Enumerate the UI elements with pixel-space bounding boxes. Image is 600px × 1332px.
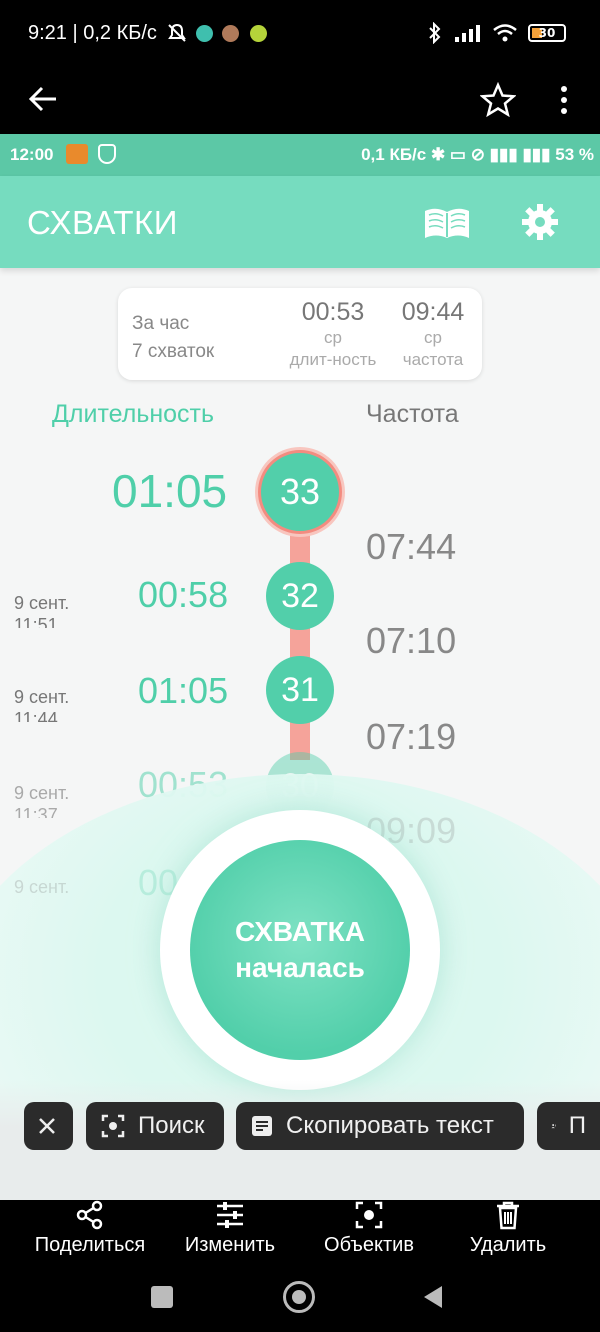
book-icon[interactable]	[422, 206, 472, 240]
frequency-column-header[interactable]: Частота	[366, 400, 459, 429]
contraction-number[interactable]: 31	[266, 656, 334, 724]
share-icon	[76, 1200, 103, 1230]
recents-button[interactable]	[151, 1286, 173, 1308]
app-title: СХВАТКИ	[27, 204, 178, 241]
summary-avg-frequency: 09:44 ср частота	[401, 298, 465, 369]
contraction-duration: 00:58	[138, 574, 229, 615]
search-chip[interactable]: Поиск	[86, 1102, 224, 1150]
viewer-toolbar	[0, 68, 600, 134]
inner-status-time: 12:00	[10, 145, 54, 164]
settings-gear-icon[interactable]	[520, 202, 560, 242]
contraction-duration: 01:05	[138, 670, 229, 711]
bluetooth-icon	[429, 22, 441, 44]
lens-search-icon	[101, 1114, 125, 1138]
inner-status-right: 0,1 КБ/с ✱ ▭ ⊘ ▮▮▮ ▮▮▮ 53 %	[361, 145, 594, 164]
contraction-date: 9 сент. 11:37	[14, 783, 70, 818]
star-icon[interactable]	[480, 82, 516, 118]
system-status-bar: 9:21 | 0,2 КБ/с 30	[0, 0, 600, 68]
heart-notification-icon	[250, 25, 267, 42]
contraction-number-current[interactable]: 33	[258, 450, 342, 534]
inner-app-icon	[66, 144, 88, 164]
search-chip-label: Поиск	[138, 1112, 205, 1139]
app-notification-icon	[222, 25, 239, 42]
listen-chip-label: П	[568, 1112, 586, 1139]
contraction-date: 9 сент.	[14, 877, 70, 897]
contraction-date: 9 сент. 11:51	[14, 593, 70, 628]
listen-chip[interactable]: П	[537, 1102, 600, 1150]
summary-avg-duration: 00:53 ср длит-ность	[289, 298, 377, 369]
bottom-actions-bar: Поделиться Изменить Объектив Удалить	[0, 1200, 600, 1264]
more-options-icon[interactable]	[552, 82, 576, 118]
back-arrow-icon[interactable]	[26, 82, 60, 116]
contraction-started-button[interactable]: СХВАТКА началась	[190, 840, 410, 1060]
system-nav-bar	[0, 1264, 600, 1332]
adjust-sliders-icon	[217, 1202, 243, 1228]
contraction-number[interactable]: 32	[266, 562, 334, 630]
copy-text-chip[interactable]: Скопировать текст	[236, 1102, 524, 1150]
trash-icon	[497, 1201, 519, 1230]
hourly-summary-card: За час 7 схваток 00:53 ср длит-ность 09:…	[118, 288, 482, 380]
contraction-date: 9 сент. 11:44	[14, 687, 70, 722]
share-action[interactable]: Поделиться	[15, 1200, 165, 1257]
mute-icon	[166, 22, 188, 49]
delete-action[interactable]: Удалить	[433, 1200, 583, 1257]
summary-hour-label: За час	[132, 313, 190, 334]
signal-icon	[455, 25, 480, 42]
inner-status-bar: 12:00 0,1 КБ/с ✱ ▭ ⊘ ▮▮▮ ▮▮▮ 53 %	[0, 134, 600, 176]
screenshot-content: 12:00 0,1 КБ/с ✱ ▭ ⊘ ▮▮▮ ▮▮▮ 53 % СХВАТК…	[0, 134, 600, 1200]
contraction-frequency: 07:19	[366, 716, 457, 757]
document-icon	[252, 1116, 272, 1136]
screen: 9:21 | 0,2 КБ/с 30 12:00 0,1 КБ/с ✱ ▭ ⊘ …	[0, 0, 600, 1332]
contraction-frequency: 07:44	[366, 526, 457, 567]
home-button[interactable]	[283, 1281, 315, 1313]
contraction-frequency: 07:10	[366, 620, 457, 661]
status-time: 9:21 | 0,2 КБ/с	[28, 22, 157, 44]
app-bar: СХВАТКИ	[0, 176, 600, 268]
speaker-icon	[551, 1124, 556, 1129]
lens-icon	[355, 1201, 383, 1229]
summary-count: 7 схваток	[132, 341, 215, 362]
battery-icon: 30	[528, 24, 566, 42]
summary-period: За час 7 схваток	[132, 310, 214, 366]
copy-text-chip-label: Скопировать текст	[286, 1112, 494, 1139]
wifi-icon	[493, 24, 517, 42]
close-icon	[39, 1118, 55, 1134]
lens-action[interactable]: Объектив	[294, 1200, 444, 1257]
inner-shield-icon	[98, 144, 116, 164]
duration-column-header[interactable]: Длительность	[52, 400, 214, 429]
download-notification-icon	[196, 25, 213, 42]
close-chip[interactable]	[24, 1102, 73, 1150]
contraction-duration: 01:05	[112, 465, 228, 517]
back-triangle-icon[interactable]	[420, 1284, 446, 1310]
home-dot-icon	[292, 1290, 306, 1304]
edit-action[interactable]: Изменить	[155, 1200, 305, 1257]
